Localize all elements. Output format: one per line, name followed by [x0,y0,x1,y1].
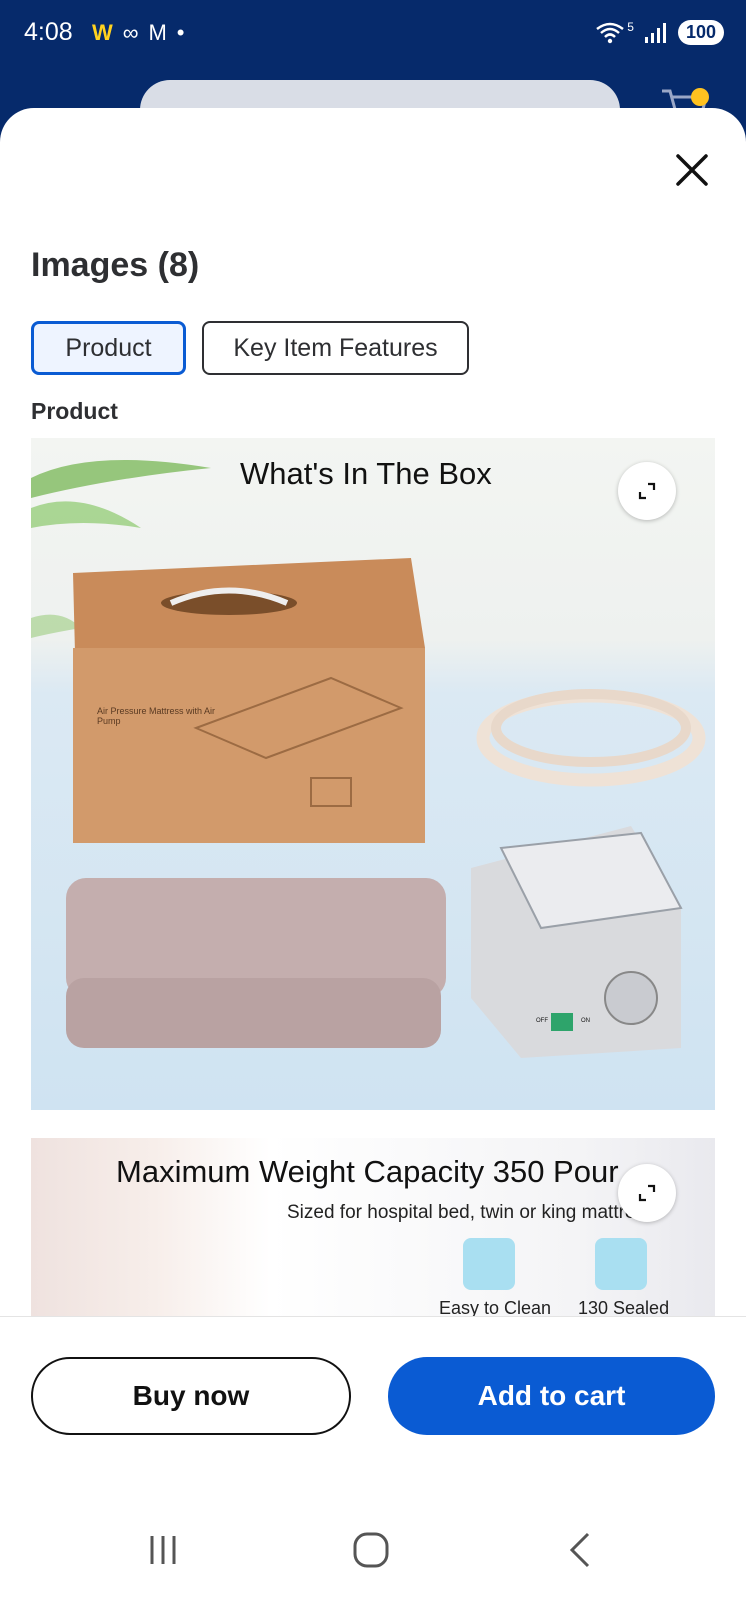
product-image-whats-in-the-box[interactable]: What's In The Box Air Pressure Mattress … [31,438,715,1110]
expand-icon [638,482,656,500]
expand-button[interactable] [618,1164,676,1222]
w-app-icon: W [92,20,113,45]
status-bar: 4:08 W ∞ M • 5 100 [0,0,746,72]
system-nav-bar [0,1490,746,1600]
system-icons: 5 100 [595,20,724,45]
close-icon[interactable] [672,150,712,190]
action-bar: Buy now Add to cart [0,1316,746,1467]
gmail-icon: M [148,20,167,45]
image-tabs: Product Key Item Features [31,321,469,375]
tab-key-item-features[interactable]: Key Item Features [202,321,469,375]
home-icon[interactable] [346,1530,396,1570]
section-heading: Product [31,398,118,424]
back-icon[interactable] [556,1530,606,1570]
pump-switch-off: OFF [536,1018,548,1024]
images-sheet: Images (8) Product Key Item Features Pro… [0,108,746,1600]
notification-icons: W ∞ M • [92,20,184,46]
status-time: 4:08 [24,18,73,46]
signal-icon [644,22,666,43]
expand-button[interactable] [618,462,676,520]
sheet-title: Images (8) [31,246,200,284]
tab-product[interactable]: Product [31,321,186,375]
image-subcaption: Sized for hospital bed, twin or king mat… [287,1202,636,1223]
product-image-weight-capacity[interactable]: Maximum Weight Capacity 350 Pour Sized f… [31,1138,715,1316]
image-caption-whats-in-the-box: What's In The Box [240,456,492,491]
recent-apps-icon[interactable] [138,1530,188,1570]
feature-easy-to-clean: Easy to Clean [439,1298,552,1316]
battery-indicator: 100 [677,20,724,45]
product-illustration [31,460,706,1058]
clean-feature-icon [463,1238,515,1290]
pump-switch-on: ON [581,1018,590,1024]
network-label: 5 [627,19,634,34]
feature-130-sealed: 130 Sealed [578,1298,670,1316]
voicemail-icon: ∞ [122,20,139,45]
add-to-cart-button[interactable]: Add to cart [388,1357,715,1435]
wifi-icon [596,22,625,43]
box-label-text: Air Pressure Mattress with Air Pump [97,706,216,726]
sealed-feature-icon [595,1238,647,1290]
dot-icon: • [176,20,185,45]
image-caption-weight-capacity: Maximum Weight Capacity 350 Pour [116,1154,619,1189]
expand-icon [638,1184,656,1202]
buy-now-button[interactable]: Buy now [31,1357,351,1435]
